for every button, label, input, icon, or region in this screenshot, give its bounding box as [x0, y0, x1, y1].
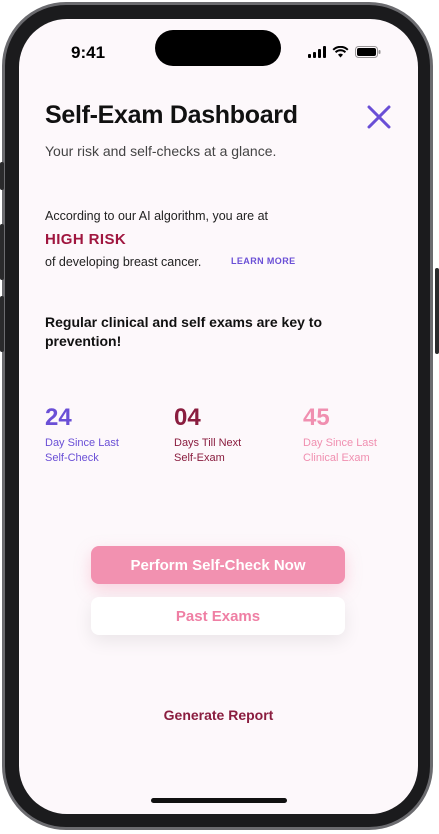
stat-label-line: Day Since Last: [303, 437, 377, 449]
risk-intro-text: According to our AI algorithm, you are a…: [45, 209, 269, 223]
learn-more-link[interactable]: LEARN MORE: [231, 256, 296, 266]
stat-label-line: Days Till Next: [174, 437, 242, 449]
stat-value: 04: [174, 404, 201, 431]
stat-label-line: Day Since Last: [45, 437, 119, 449]
stat-days-till-next-exam: 04 Days Till Next Self-Exam: [174, 404, 284, 466]
stat-value: 24: [45, 404, 72, 431]
page-subtitle: Your risk and self-checks at a glance.: [45, 143, 277, 159]
stat-days-since-self-check: 24 Day Since Last Self-Check: [45, 404, 155, 466]
stat-days-since-clinical-exam: 45 Day Since Last Clinical Exam: [303, 404, 413, 466]
past-exams-button[interactable]: Past Exams: [91, 597, 345, 635]
stat-label-line: Self-Check: [45, 452, 99, 464]
stat-value: 45: [303, 404, 330, 431]
signal-icon: [308, 46, 326, 58]
page-title: Self-Exam Dashboard: [45, 101, 298, 129]
home-indicator[interactable]: [151, 798, 287, 803]
key-message: Regular clinical and self exams are key …: [45, 314, 323, 349]
close-button[interactable]: [365, 103, 393, 131]
stat-label-line: Self-Exam: [174, 452, 225, 464]
power-button: [435, 268, 439, 354]
status-time: 9:41: [71, 43, 106, 62]
risk-level: HIGH RISK: [45, 231, 127, 248]
volume-up-button: [0, 224, 4, 280]
wifi-icon: [332, 46, 349, 58]
stat-label: Day Since Last Clinical Exam: [303, 436, 413, 466]
close-icon: [367, 105, 391, 129]
risk-outro-text: of developing breast cancer.: [45, 255, 202, 269]
generate-report-link[interactable]: Generate Report: [19, 707, 418, 723]
stat-label-line: Clinical Exam: [303, 452, 370, 464]
dynamic-island: [155, 30, 281, 66]
action-button: [0, 162, 4, 190]
perform-self-check-button[interactable]: Perform Self-Check Now: [91, 546, 345, 584]
stat-label: Days Till Next Self-Exam: [174, 436, 284, 466]
stat-label: Day Since Last Self-Check: [45, 436, 155, 466]
volume-down-button: [0, 296, 4, 352]
battery-icon: [355, 46, 381, 58]
status-icons: [308, 45, 381, 59]
app-screen: 9:41 Self-Exam Dashboard Your risk and s…: [19, 19, 418, 814]
